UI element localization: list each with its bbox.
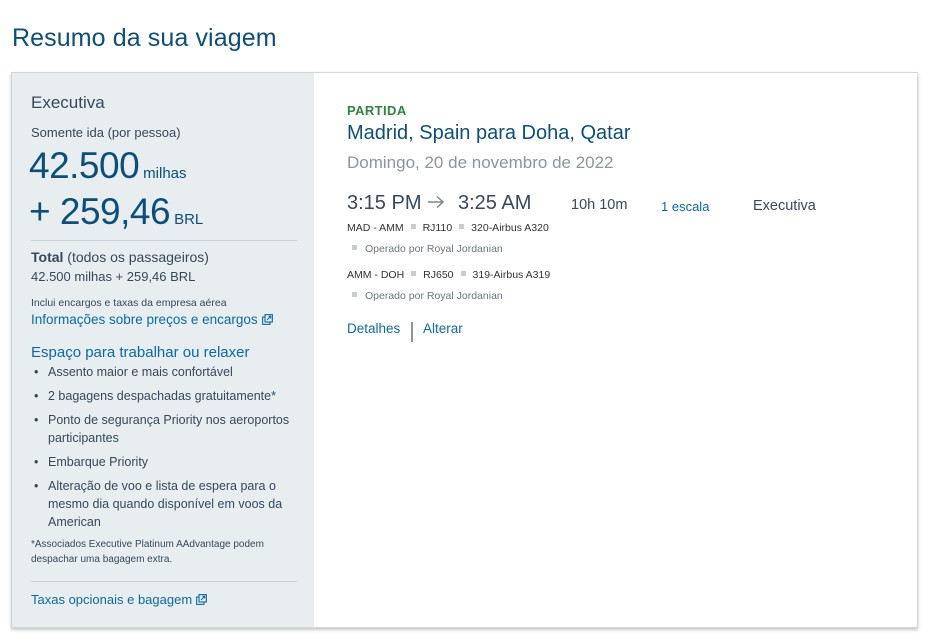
divider	[31, 581, 297, 582]
list-item: Alteração de voo e lista de espera para …	[32, 477, 294, 531]
list-item: Embarque Priority	[32, 453, 294, 471]
list-item: 2 bagagens despachadas gratuitamente*	[32, 387, 294, 405]
link-divider	[411, 322, 413, 342]
segment-operator: Operado por Royal Jordanian	[352, 290, 503, 302]
total-value: 42.500 milhas + 259,46 BRL	[31, 269, 196, 284]
separator-square	[352, 245, 357, 250]
flight-panel: PARTIDA Madrid, Spain para Doha, Qatar D…	[314, 73, 917, 627]
flight-date: Domingo, 20 de novembro de 2022	[347, 153, 614, 172]
page-title: Resumo da sua viagem	[12, 24, 277, 52]
fees-info-link-label: Informações sobre preços e encargos	[31, 312, 258, 327]
bags-fees-link-label: Taxas opcionais e bagagem	[31, 592, 193, 607]
separator-square	[459, 224, 465, 229]
flight-duration: 10h 10m	[571, 197, 628, 213]
total-label: Total (todos os passageiros)	[31, 249, 209, 265]
total-qualifier: (todos os passageiros)	[67, 249, 209, 265]
arrive-time: 3:25 AM	[458, 192, 532, 214]
segment-route: AMM - DOH	[347, 269, 405, 281]
segment-aircraft: 320-Airbus A320	[471, 222, 549, 234]
segment-route: MAD - AMM	[347, 222, 404, 234]
external-link-icon	[196, 594, 208, 605]
depart-time: 3:15 PM	[347, 192, 422, 214]
stops-link[interactable]: 1 escala	[661, 199, 709, 214]
segment-operator-text: Operado por Royal Jordanian	[365, 243, 503, 255]
fees-note: Inclui encargos e taxas da empresa aérea	[31, 297, 227, 309]
external-link-icon	[261, 314, 273, 325]
cash-amount: + 259,46	[29, 191, 171, 232]
cash-price: + 259,46 BRL	[29, 191, 203, 233]
cabin-label: Executiva	[31, 93, 105, 112]
segment-flight-number: RJ650	[423, 269, 454, 281]
arrow-right-icon	[428, 195, 445, 209]
trip-summary-card: Executiva Somente ida (por pessoa) 42.50…	[11, 72, 918, 628]
segment-operator-text: Operado por Royal Jordanian	[365, 290, 503, 302]
list-item: Ponto de segurança Priority nos aeroport…	[32, 411, 294, 447]
miles-unit: milhas	[143, 165, 187, 182]
direction-label: PARTIDA	[347, 103, 407, 118]
separator-square	[352, 292, 357, 297]
trip-type-note: Somente ida (por pessoa)	[31, 125, 181, 140]
segment-row: MAD - AMM RJ110 320-Airbus A320	[347, 222, 549, 234]
segment-operator: Operado por Royal Jordanian	[352, 243, 503, 255]
list-item: Assento maior e mais confortável	[32, 363, 294, 381]
segment-aircraft: 319-Airbus A319	[472, 269, 551, 281]
total-label-strong: Total	[31, 249, 64, 265]
route-title: Madrid, Spain para Doha, Qatar	[347, 122, 631, 144]
details-link[interactable]: Detalhes	[347, 321, 400, 336]
flight-cabin: Executiva	[753, 198, 816, 214]
separator-square	[460, 271, 466, 276]
miles-price: 42.500 milhas	[29, 145, 187, 187]
separator-square	[411, 271, 417, 276]
benefits-title: Espaço para trabalhar ou relaxer	[31, 344, 250, 361]
change-link[interactable]: Alterar	[423, 321, 463, 336]
separator-square	[410, 224, 416, 229]
segment-row: AMM - DOH RJ650 319-Airbus A319	[347, 269, 550, 281]
miles-amount: 42.500	[29, 145, 140, 186]
bags-fees-link[interactable]: Taxas opcionais e bagagem	[31, 592, 208, 607]
divider	[31, 240, 297, 241]
footnote: *Associados Executive Platinum AAdvantag…	[31, 539, 264, 565]
benefits-list: Assento maior e mais confortável 2 bagag…	[32, 363, 294, 537]
price-panel: Executiva Somente ida (por pessoa) 42.50…	[12, 73, 314, 627]
segment-flight-number: RJ110	[422, 222, 453, 234]
fees-info-link[interactable]: Informações sobre preços e encargos	[31, 312, 273, 327]
cash-unit: BRL	[174, 211, 204, 228]
